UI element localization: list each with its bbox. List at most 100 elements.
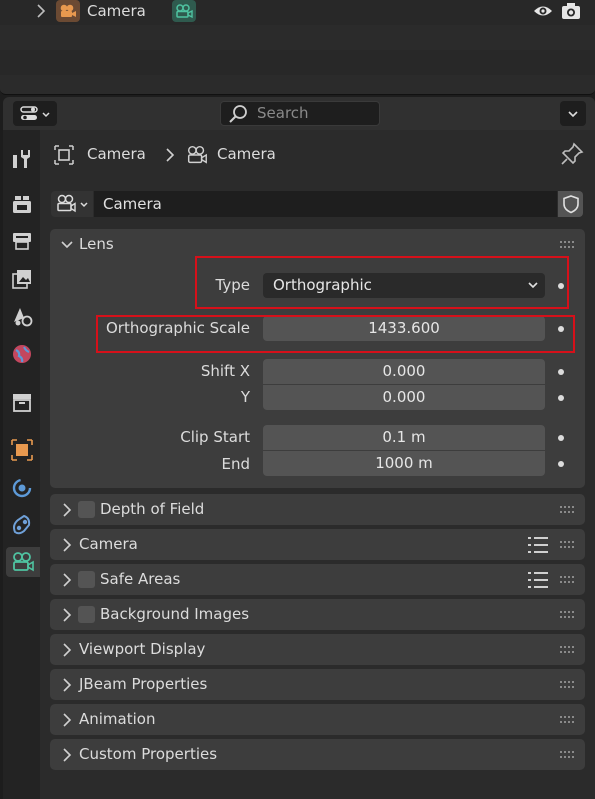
datablock-name-field[interactable]: Camera xyxy=(94,191,557,217)
tab-tool[interactable] xyxy=(7,144,37,174)
depth-of-field-panel[interactable]: Depth of Field xyxy=(50,494,585,525)
chevron-right-icon xyxy=(63,573,72,587)
tab-constraints[interactable] xyxy=(7,510,37,540)
depth-of-field-checkbox[interactable] xyxy=(78,501,95,518)
chevron-right-icon xyxy=(166,148,175,162)
keyframe-dot[interactable] xyxy=(558,435,564,441)
drag-grip-icon[interactable] xyxy=(560,751,574,759)
tab-view-layer[interactable] xyxy=(7,264,37,294)
safe-areas-checkbox[interactable] xyxy=(78,571,95,588)
breadcrumb: Camera Camera xyxy=(40,130,595,180)
breadcrumb-data: Camera xyxy=(217,145,276,163)
jbeam-properties-panel[interactable]: JBeam Properties xyxy=(50,669,585,700)
highlight-box-type xyxy=(195,256,569,309)
properties-header: Search xyxy=(3,97,595,130)
outliner-row-empty xyxy=(0,50,595,75)
render-icon xyxy=(13,196,31,213)
tab-physics[interactable] xyxy=(7,473,37,503)
chevron-right-icon xyxy=(63,678,72,692)
tab-camera-data[interactable] xyxy=(6,547,40,577)
panel-title: Safe Areas xyxy=(100,570,181,588)
outliner-row-empty xyxy=(0,75,595,94)
shift-x-label: Shift X xyxy=(200,362,250,380)
tab-output[interactable] xyxy=(7,226,37,256)
panel-title: Depth of Field xyxy=(100,500,205,518)
properties-tabs xyxy=(3,130,40,799)
camera-data-icon xyxy=(13,552,34,572)
keyframe-dot[interactable] xyxy=(558,395,564,401)
outliner-row-camera[interactable]: Camera xyxy=(0,0,595,25)
tool-icon xyxy=(13,150,30,168)
chevron-right-icon[interactable] xyxy=(34,2,48,20)
background-images-checkbox[interactable] xyxy=(78,606,95,623)
drag-grip-icon[interactable] xyxy=(560,241,574,249)
camera-data-icon[interactable] xyxy=(172,0,196,22)
output-icon xyxy=(13,233,31,250)
render-camera-icon[interactable] xyxy=(561,1,581,21)
drag-grip-icon[interactable] xyxy=(560,541,574,549)
drag-grip-icon[interactable] xyxy=(560,646,574,654)
camera-panel[interactable]: Camera xyxy=(50,529,585,560)
chevron-right-icon xyxy=(63,503,72,517)
tab-object[interactable] xyxy=(7,435,37,465)
camera-data-icon xyxy=(57,194,88,213)
datablock-browse-button[interactable] xyxy=(51,191,93,217)
shield-icon xyxy=(562,195,579,214)
drag-grip-icon[interactable] xyxy=(560,506,574,514)
world-icon xyxy=(13,345,31,363)
panel-title: Animation xyxy=(79,710,156,728)
search-icon xyxy=(229,105,247,123)
panel-title: Viewport Display xyxy=(79,640,206,658)
drag-grip-icon[interactable] xyxy=(560,681,574,689)
panel-title: Custom Properties xyxy=(79,745,218,763)
camera-data-icon xyxy=(187,145,207,164)
datablock-selector: Camera xyxy=(51,191,583,217)
outliner: Camera xyxy=(0,0,595,95)
clip-start-label: Clip Start xyxy=(180,428,250,446)
shift-x-field[interactable]: 0.000 xyxy=(263,359,545,384)
drag-grip-icon[interactable] xyxy=(560,611,574,619)
physics-icon xyxy=(12,478,32,498)
editor-type-icon xyxy=(20,105,50,120)
scene-icon xyxy=(14,308,33,327)
presets-list-icon[interactable] xyxy=(528,536,548,554)
search-placeholder: Search xyxy=(257,104,309,122)
fake-user-button[interactable] xyxy=(558,191,583,217)
panel-title: Background Images xyxy=(100,605,250,623)
keyframe-dot[interactable] xyxy=(558,461,564,467)
panel-title: JBeam Properties xyxy=(79,675,208,693)
pin-icon[interactable] xyxy=(560,142,584,166)
tab-render[interactable] xyxy=(7,189,37,219)
drag-grip-icon[interactable] xyxy=(560,576,574,584)
editor-type-button[interactable] xyxy=(13,101,57,126)
tab-collection[interactable] xyxy=(7,387,37,417)
chevron-down-icon xyxy=(61,241,73,249)
search-input[interactable]: Search xyxy=(220,101,380,126)
clip-end-field[interactable]: 1000 m xyxy=(263,451,545,476)
custom-properties-panel[interactable]: Custom Properties xyxy=(50,739,585,770)
presets-list-icon[interactable] xyxy=(528,571,548,589)
chevron-right-icon xyxy=(63,713,72,727)
view-layer-icon xyxy=(12,270,31,289)
keyframe-dot[interactable] xyxy=(558,369,564,375)
clip-start-field[interactable]: 0.1 m xyxy=(263,425,545,450)
tab-scene[interactable] xyxy=(7,301,37,331)
eye-icon[interactable] xyxy=(533,2,553,20)
collection-icon xyxy=(13,394,31,412)
animation-panel[interactable]: Animation xyxy=(50,704,585,735)
constraints-icon xyxy=(13,514,31,535)
chevron-right-icon xyxy=(63,748,72,762)
safe-areas-panel[interactable]: Safe Areas xyxy=(50,564,585,595)
chevron-right-icon xyxy=(63,643,72,657)
tab-world[interactable] xyxy=(7,339,37,369)
background-images-panel[interactable]: Background Images xyxy=(50,599,585,630)
outliner-object-name[interactable]: Camera xyxy=(87,2,146,20)
drag-grip-icon[interactable] xyxy=(560,716,574,724)
highlight-box-ortho-scale xyxy=(96,315,575,353)
shift-y-field[interactable]: 0.000 xyxy=(263,385,545,410)
camera-object-icon xyxy=(56,0,80,22)
object-icon xyxy=(11,439,33,461)
outliner-row-empty xyxy=(0,25,595,50)
viewport-display-panel[interactable]: Viewport Display xyxy=(50,634,585,665)
options-dropdown-button[interactable] xyxy=(560,101,586,126)
